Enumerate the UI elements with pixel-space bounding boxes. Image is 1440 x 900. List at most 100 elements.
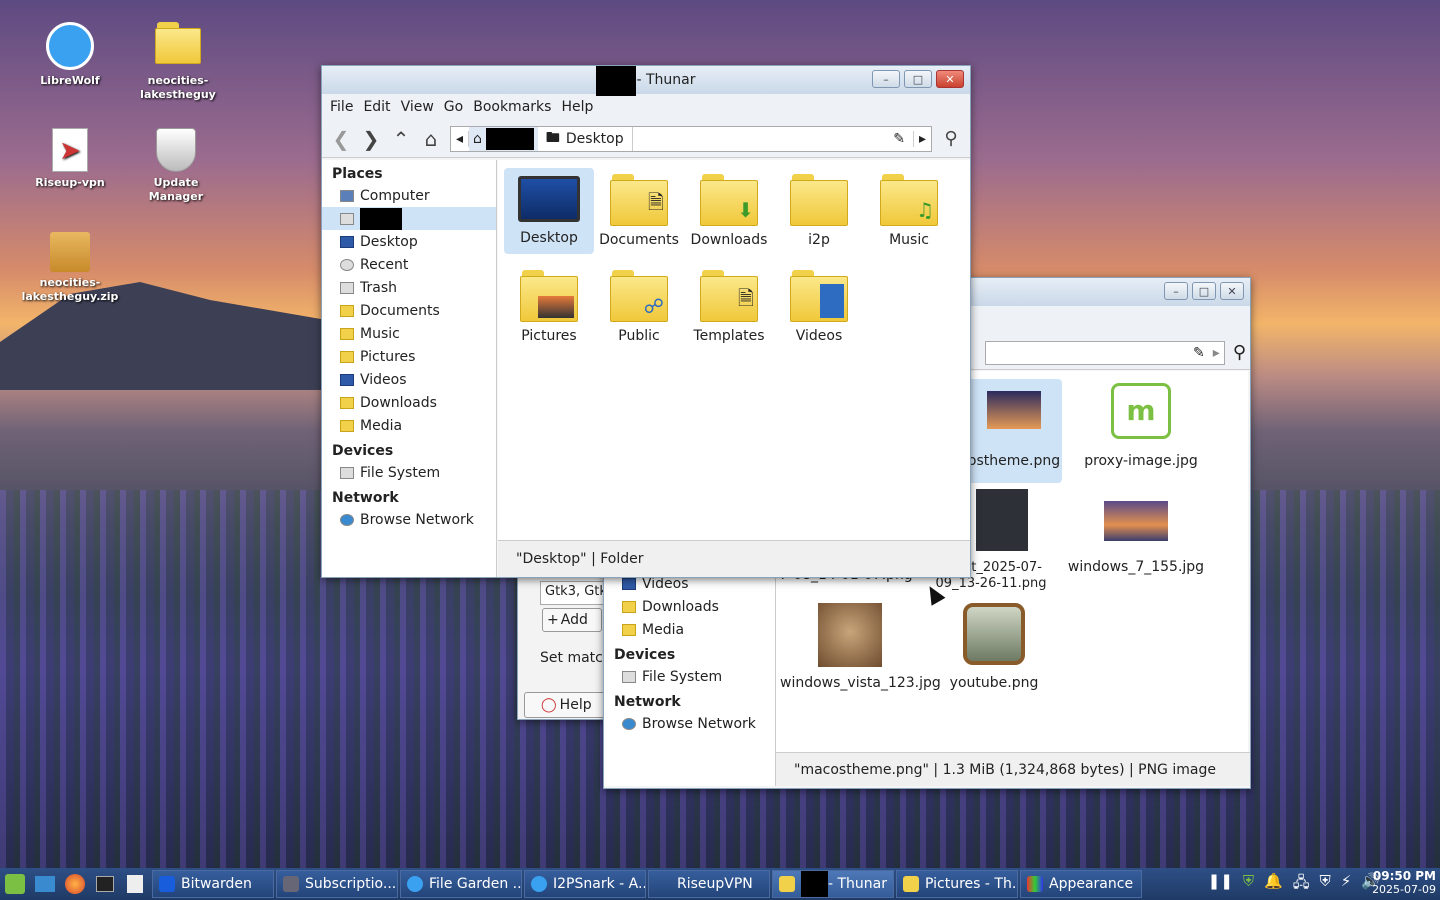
network-icon[interactable]: 🖧 [1293,872,1310,897]
file-downloads[interactable]: ⬇ Downloads [684,174,774,248]
taskbar-app-i2psnark[interactable]: I2PSnark - A... [524,870,646,898]
battery-icon[interactable]: ⚡ [1341,872,1352,897]
sidebar-item-music[interactable]: Music [322,322,496,345]
sidebar-item-browse-network[interactable]: Browse Network [604,712,775,735]
downloads-icon [622,600,636,613]
terminal-launcher[interactable] [90,870,120,898]
menu-go[interactable]: Go [444,99,463,115]
file-music[interactable]: ♫ Music [864,174,954,248]
add-button[interactable]: + Add [542,608,602,632]
file-macostheme[interactable]: ostheme.png [966,379,1062,483]
videos-icon [340,373,354,386]
file-windows-vista[interactable]: windows_vista_123.jpg [780,603,941,691]
taskbar-app-file-garden[interactable]: File Garden ... [400,870,522,898]
desktop-icon-update-manager[interactable]: Update Manager [126,128,226,204]
file-proxy-image[interactable]: m proxy-image.jpg [1076,379,1206,469]
appearance-window[interactable]: Gtk3, Gtk + Add Set matc ◯ Help [517,575,620,720]
minimize-button[interactable]: – [1164,282,1188,300]
search-button[interactable]: ⚲ [936,124,966,154]
path-home-button[interactable]: ⌂ [469,126,538,151]
file-i2p[interactable]: i2p [774,174,864,248]
menu-help[interactable]: Help [561,99,593,115]
maximize-button[interactable]: □ [904,70,932,88]
menu-edit[interactable]: Edit [363,99,390,115]
close-button[interactable]: ✕ [936,70,964,88]
taskbar-app-bitwarden[interactable]: Bitwarden [152,870,274,898]
back-pathbar[interactable]: ✎ ▸ [984,340,1225,365]
file-videos[interactable]: Videos [774,270,864,344]
front-file-view[interactable]: Desktop 🗎 Documents ⬇ Downloads i2p ♫ Mu… [498,160,970,540]
sidebar-item-home[interactable] [322,207,496,230]
shield-check-icon[interactable]: ⛨ [1243,872,1254,897]
sidebar-item-documents[interactable]: Documents [322,299,496,322]
desktop-icon-riseup-vpn[interactable]: ➤ Riseup-vpn [20,128,120,190]
firefox-launcher[interactable] [60,870,90,898]
sidebar-item-downloads[interactable]: Downloads [604,595,775,618]
taskbar-app-subscriptions[interactable]: Subscriptio... [276,870,398,898]
back-button[interactable]: ❮ [326,124,356,154]
scroll-right-icon[interactable]: ▸ [913,130,931,147]
sidebar-item-media[interactable]: Media [322,414,496,437]
menu-bookmarks[interactable]: Bookmarks [473,99,551,115]
image-thumbnail-icon [1104,501,1168,541]
front-titlebar[interactable]: - Thunar – □ ✕ [322,66,970,96]
minimize-button[interactable]: – [872,70,900,88]
maximize-button[interactable]: □ [1192,282,1216,300]
sidebar-item-recent[interactable]: Recent [322,253,496,276]
taskbar-app-thunar[interactable]: - Thunar [772,870,894,898]
sidebar-item-pictures[interactable]: Pictures [322,345,496,368]
sidebar-item-media[interactable]: Media [604,618,775,641]
pause-icon[interactable]: ❚❚ [1208,872,1233,897]
file-desktop[interactable]: Desktop [504,168,594,254]
taskbar: Bitwarden Subscriptio... File Garden ...… [0,868,1440,900]
file-documents[interactable]: 🗎 Documents [594,174,684,248]
taskbar-app-pictures[interactable]: Pictures - Th... [896,870,1018,898]
scroll-left-icon[interactable]: ◂ [451,130,469,147]
menu-file[interactable]: File [330,99,353,115]
desktop-icon-librewolf[interactable]: LibreWolf [20,22,120,88]
mint-menu-icon [5,874,25,894]
sidebar-item-computer[interactable]: Computer [322,184,496,207]
shield-icon [156,128,196,172]
file-youtube[interactable]: youtube.png [946,603,1042,691]
vpn-shield-icon[interactable]: ⛨ [1320,872,1331,897]
scroll-right-icon[interactable]: ▸ [1213,345,1220,361]
close-button[interactable]: ✕ [1220,282,1244,300]
thunar-window-desktop[interactable]: - Thunar – □ ✕ File Edit View Go Bookmar… [321,65,971,578]
sidebar-item-desktop[interactable]: Desktop [322,230,496,253]
maximize-icon: □ [912,72,924,86]
sidebar-item-videos[interactable]: Videos [322,368,496,391]
taskbar-app-riseupvpn[interactable]: RiseupVPN [648,870,770,898]
clock-date: 2025-07-09 [1372,883,1436,896]
file-templates[interactable]: 🗎 Templates [684,270,774,344]
sidebar-item-trash[interactable]: Trash [322,276,496,299]
archive-icon [50,232,90,272]
file-windows-7[interactable]: windows_7_155.jpg [1066,501,1206,575]
taskbar-app-appearance[interactable]: Appearance [1020,870,1142,898]
edit-path-icon[interactable]: ✎ [893,131,905,147]
clock[interactable]: 09:50 PM 2025-07-09 [1372,870,1436,897]
menu-button[interactable] [0,870,30,898]
sidebar-item-browse-network[interactable]: Browse Network [322,508,496,531]
menu-view[interactable]: View [401,99,434,115]
forward-button[interactable]: ❯ [356,124,386,154]
home-button[interactable]: ⌂ [416,124,446,154]
path-desktop-button[interactable]: 🖿 Desktop [538,126,633,151]
pathbar[interactable]: ◂ ⌂ 🖿 Desktop ✎ ▸ [450,125,932,152]
edit-path-icon[interactable]: ✎ [1193,345,1205,361]
bitwarden-icon [159,876,175,892]
desktop-icon-neocities-folder[interactable]: neocities-lakestheguy [128,22,228,102]
file-public[interactable]: ☍ Public [594,270,684,344]
calendar-launcher[interactable] [120,870,150,898]
show-desktop-button[interactable] [30,870,60,898]
bell-icon[interactable]: 🔔 [1264,872,1283,897]
sidebar-item-downloads[interactable]: Downloads [322,391,496,414]
front-sidebar: Places Computer Desktop Recent Trash Doc… [322,160,497,577]
minimize-icon: – [883,72,889,86]
desktop-icon-neocities-zip[interactable]: neocities-lakestheguy.zip [20,232,120,304]
sidebar-item-file-system[interactable]: File System [604,665,775,688]
sidebar-item-file-system[interactable]: File System [322,461,496,484]
search-icon[interactable]: ⚲ [1233,342,1246,363]
parent-button[interactable]: ⌃ [386,124,416,154]
file-pictures[interactable]: Pictures [504,270,594,344]
